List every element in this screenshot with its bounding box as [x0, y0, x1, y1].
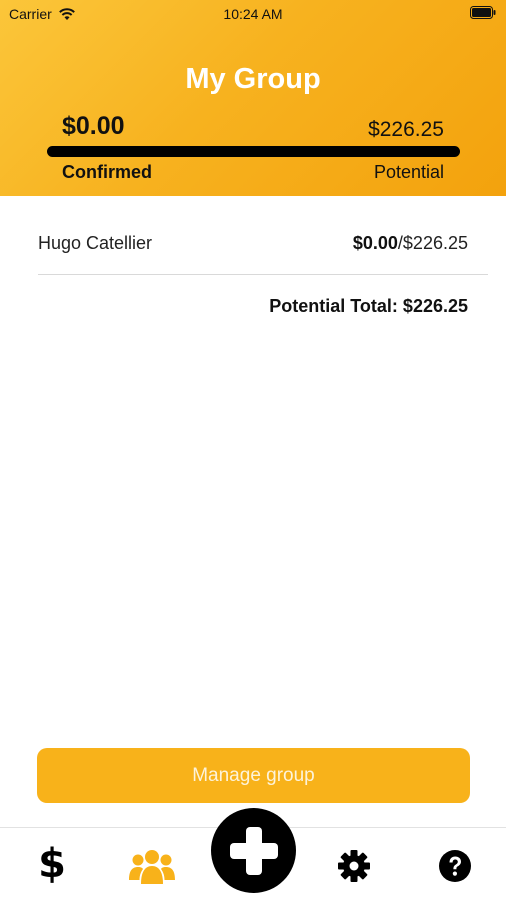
- member-amount: $0.00/$226.25: [353, 233, 468, 254]
- potential-amount: $226.25: [368, 118, 444, 141]
- tab-dollar[interactable]: $: [32, 841, 72, 887]
- tab-settings[interactable]: [336, 848, 372, 884]
- member-confirmed-amount: $0.00: [352, 233, 398, 253]
- row-divider: [38, 274, 488, 275]
- confirmed-amount: $0.00: [62, 112, 125, 140]
- tab-help[interactable]: [437, 848, 473, 884]
- confirmed-progress-bar: [47, 146, 460, 157]
- gear-icon: [338, 850, 370, 882]
- header: Carrier 10:24 AM My Group $0.00 $226.25 …: [0, 0, 506, 196]
- page-title: My Group: [185, 63, 321, 95]
- plus-icon: [229, 826, 278, 875]
- status-time: 10:24 AM: [223, 6, 283, 22]
- member-row[interactable]: Hugo Catellier $0.00/$226.25: [38, 233, 468, 257]
- battery-icon: [470, 6, 496, 19]
- potential-total: Potential Total: $226.25: [269, 296, 468, 316]
- member-name: Hugo Catellier: [38, 233, 153, 253]
- help-icon: [439, 850, 471, 882]
- manage-group-button[interactable]: Manage group: [37, 748, 470, 803]
- status-bar: Carrier 10:24 AM: [0, 0, 506, 28]
- tab-group[interactable]: [129, 846, 175, 886]
- dollar-icon: $: [38, 841, 66, 887]
- add-button[interactable]: [211, 808, 296, 893]
- confirmed-label: Confirmed: [62, 162, 152, 182]
- potential-label: Potential: [373, 162, 444, 182]
- group-icon: [129, 850, 175, 884]
- member-potential-amount: /$226.25: [397, 233, 468, 253]
